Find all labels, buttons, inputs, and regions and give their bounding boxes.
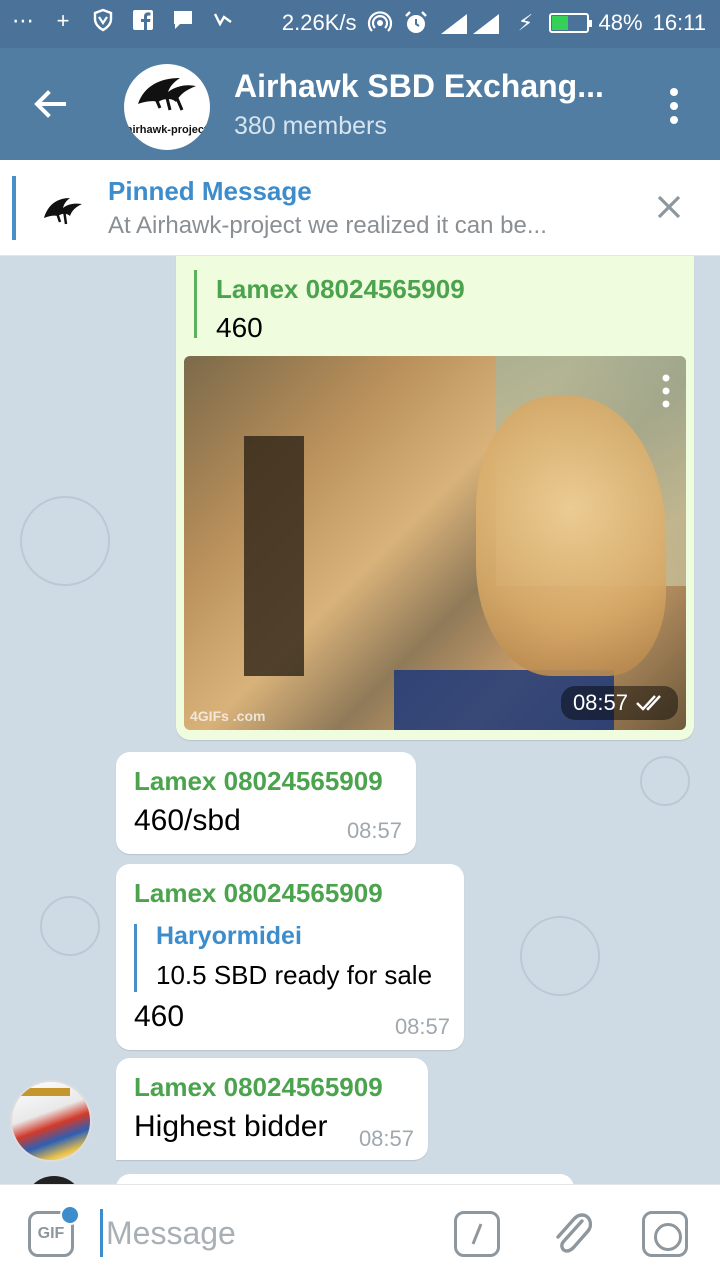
clock: 16:11: [652, 10, 706, 35]
pinned-accent-bar: [12, 176, 16, 240]
message-sender[interactable]: Lamex 08024565909: [216, 274, 465, 305]
chat-title[interactable]: Airhawk SBD Exchang...: [234, 68, 624, 105]
message-sender[interactable]: Lamex 08024565909: [134, 878, 383, 909]
pinned-text: At Airhawk-project we realized it can be…: [108, 212, 547, 239]
sender-avatar[interactable]: [10, 1080, 92, 1162]
network-speed: 2.26K/s: [281, 10, 357, 35]
member-count: 380 members: [234, 112, 387, 140]
signal-strength-icon: [439, 10, 503, 36]
battery-icon: [548, 13, 592, 33]
battery-percent: 48%: [598, 10, 643, 35]
message-text: 460/sbd: [134, 804, 241, 837]
bot-command-icon[interactable]: [454, 1211, 500, 1257]
gif-options-icon[interactable]: [662, 374, 670, 408]
hotspot-icon: [367, 10, 393, 36]
message-bubble[interactable]: Lamex 08024565909 460 4GIFs .com 08:57: [176, 256, 694, 740]
message-text: 460: [216, 312, 263, 343]
close-icon[interactable]: [654, 192, 684, 222]
alarm-icon: [403, 10, 429, 36]
message-text: 460: [134, 1000, 185, 1033]
gif-cat: [476, 396, 666, 676]
message-input[interactable]: [106, 1207, 426, 1259]
avatar-label: airhawk-project: [126, 124, 208, 136]
plus-icon: +: [56, 8, 70, 33]
message-bubble[interactable]: Lamex 08024565909 Highest bidder 08:57: [116, 1058, 428, 1160]
chat-notification-icon: [170, 8, 196, 34]
sender-avatar[interactable]: [24, 1176, 84, 1184]
status-bar: ⋯ + 2.26K/s ⚡ 48% 16:11: [0, 0, 720, 48]
chat-header: airhawk-project Airhawk SBD Exchang... 3…: [0, 48, 720, 160]
message-bubble[interactable]: Lamex 08024565909 460/sbd 08:57: [116, 752, 416, 854]
reply-to-text[interactable]: 10.5 SBD ready for sale: [156, 960, 432, 991]
avatar-banner: [18, 1088, 70, 1096]
hawk-logo-icon: [40, 188, 88, 228]
vpn-shield-icon: [90, 8, 116, 34]
message-bubble[interactable]: Lamex 08024565909 Haryormidei 10.5 SBD r…: [116, 864, 464, 1050]
background-doodle: [640, 756, 690, 806]
gif-watermark: 4GIFs .com: [190, 708, 266, 724]
quote-bar: [194, 270, 197, 338]
message-bubble[interactable]: [116, 1174, 574, 1184]
pinned-message[interactable]: Pinned Message At Airhawk-project we rea…: [0, 160, 720, 256]
reply-bar: [134, 924, 137, 992]
group-avatar[interactable]: airhawk-project: [124, 64, 210, 150]
message-time-badge: 08:57: [560, 686, 678, 720]
pinned-title: Pinned Message: [108, 176, 312, 206]
message-text: Highest bidder: [134, 1110, 328, 1143]
hawk-logo-icon: [138, 78, 196, 111]
chat-area[interactable]: Lamex 08024565909 460 4GIFs .com 08:57 L…: [0, 256, 720, 1184]
camera-icon[interactable]: [642, 1211, 688, 1257]
message-sender[interactable]: Lamex 08024565909: [134, 1072, 383, 1103]
reply-to-name[interactable]: Haryormidei: [156, 922, 302, 951]
message-time: 08:57: [358, 1126, 414, 1151]
charging-icon: ⚡: [517, 10, 534, 35]
back-arrow-icon[interactable]: [30, 84, 70, 124]
signal-check-icon: [210, 8, 236, 34]
message-time: 08:57: [572, 690, 628, 715]
more-options-icon[interactable]: [668, 86, 680, 126]
notification-dot: [60, 1205, 80, 1225]
background-doodle: [520, 916, 600, 996]
double-check-icon: [636, 695, 661, 711]
text-cursor: [100, 1209, 103, 1257]
attach-paperclip-icon[interactable]: [548, 1205, 596, 1263]
message-time: 08:57: [346, 818, 402, 843]
message-sender[interactable]: Lamex 08024565909: [134, 766, 383, 797]
background-doodle: [40, 896, 100, 956]
message-input-bar: GIF: [0, 1184, 720, 1280]
gif-media[interactable]: 4GIFs .com 08:57: [184, 356, 686, 730]
more-notifications-icon: ⋯: [12, 8, 34, 33]
facebook-icon: [130, 8, 156, 34]
message-time: 08:57: [394, 1014, 450, 1039]
background-doodle: [20, 496, 110, 586]
gif-door: [244, 436, 304, 676]
